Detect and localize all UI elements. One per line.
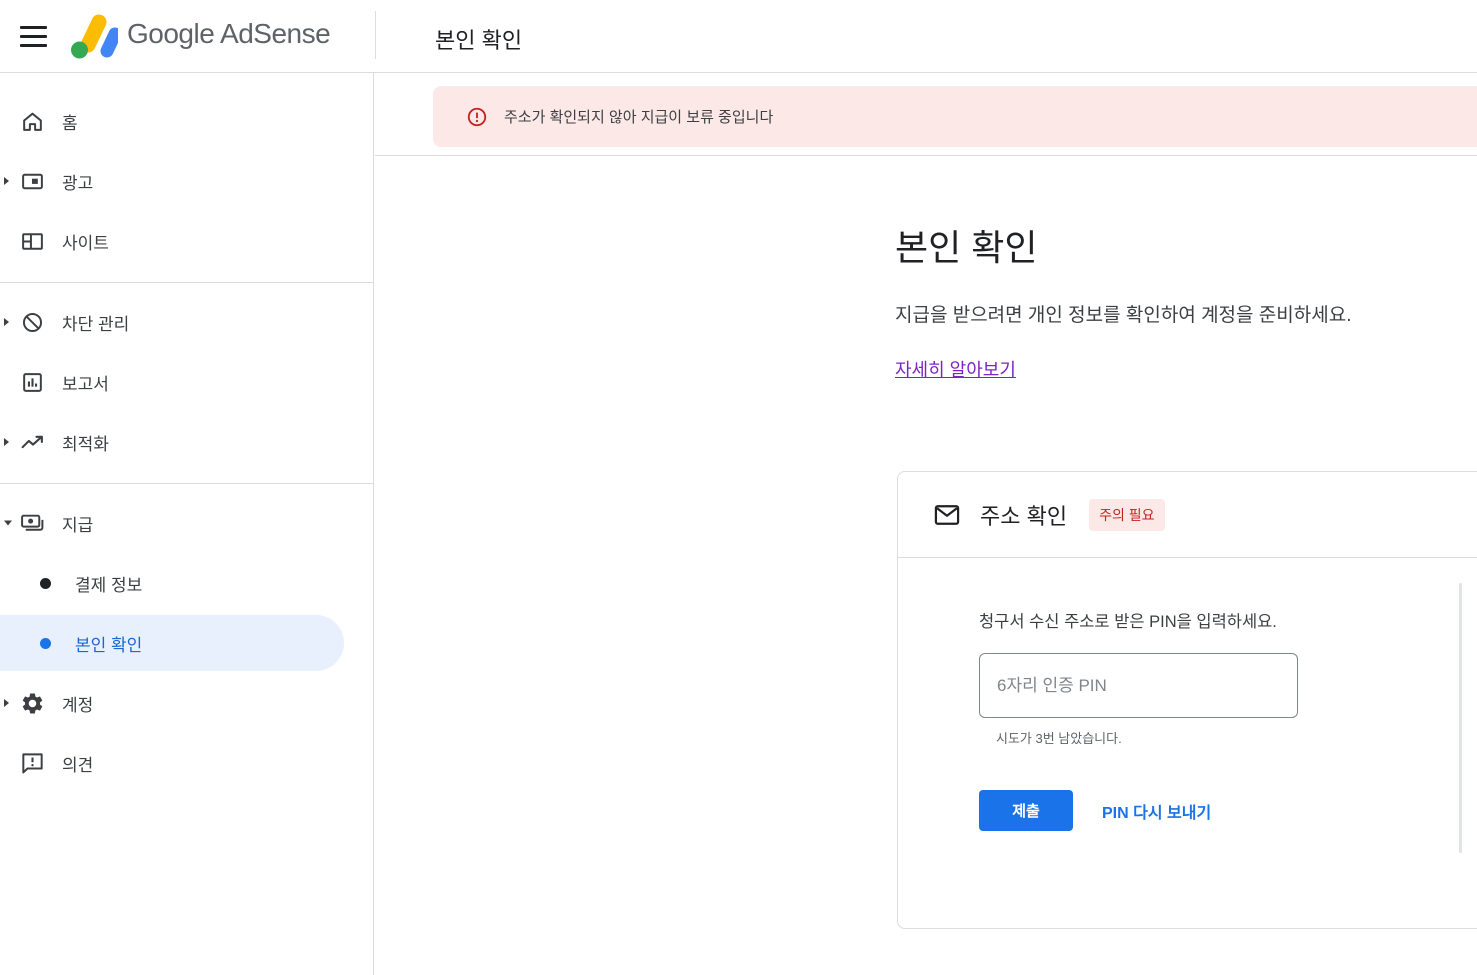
sidebar-item-sites[interactable]: 사이트	[0, 211, 373, 271]
resend-pin-link[interactable]: PIN 다시 보내기	[1102, 799, 1211, 823]
card-header: 주소 확인 주의 필요	[898, 472, 1477, 558]
card-title: 주소 확인	[980, 503, 1068, 529]
sidebar-item-account[interactable]: 계정	[0, 673, 373, 733]
main-content: 주소가 확인되지 않아 지급이 보류 중입니다 본인 확인 지급을 받으려면 개…	[375, 73, 1477, 975]
payments-icon	[19, 510, 46, 537]
sidebar-divider	[0, 282, 373, 283]
chevron-right-icon[interactable]	[4, 438, 9, 446]
sidebar-item-optimization[interactable]: 최적화	[0, 412, 373, 472]
trending-up-icon	[19, 429, 46, 456]
sidebar-item-blocking-controls[interactable]: 차단 관리	[0, 292, 373, 352]
topbar-divider	[375, 11, 376, 59]
sidebar-item-ads[interactable]: 광고	[0, 151, 373, 211]
page-intro: 본인 확인 지급을 받으려면 개인 정보를 확인하여 계정을 준비하세요. 자세…	[895, 225, 1400, 382]
sidebar-item-payments[interactable]: 지급	[0, 493, 373, 553]
sidebar-item-reports[interactable]: 보고서	[0, 352, 373, 412]
error-icon	[467, 107, 487, 126]
payment-hold-alert: 주소가 확인되지 않아 지급이 보류 중입니다	[433, 86, 1477, 147]
sites-icon	[19, 228, 46, 255]
sidebar-item-label: 결제 정보	[75, 575, 143, 595]
sidebar-item-label: 홈	[62, 113, 78, 133]
pin-input[interactable]	[979, 653, 1298, 718]
sidebar: 홈 광고 사이트 차단 관리 보고서 최적화 지급 결제 정보 본인 확인 계정…	[0, 73, 374, 975]
sidebar-item-label: 본인 확인	[75, 635, 143, 655]
chevron-right-icon[interactable]	[4, 318, 9, 326]
sidebar-item-label: 광고	[62, 173, 94, 193]
chevron-right-icon[interactable]	[4, 177, 9, 185]
attention-badge: 주의 필요	[1089, 498, 1165, 531]
sidebar-item-label: 지급	[62, 515, 94, 535]
adsense-logo-icon	[71, 14, 118, 59]
pin-instruction: 청구서 수신 주소로 받은 PIN을 입력하세요.	[979, 613, 1277, 631]
bullet-icon	[40, 577, 51, 589]
sidebar-item-label: 차단 관리	[62, 314, 130, 334]
topbar-page-title: 본인 확인	[435, 28, 523, 53]
sidebar-item-label: 의견	[62, 755, 94, 775]
feedback-icon	[19, 750, 46, 777]
sidebar-item-label: 사이트	[62, 233, 109, 253]
sidebar-item-identity-verification[interactable]: 본인 확인	[0, 613, 373, 673]
sidebar-item-feedback[interactable]: 의견	[0, 733, 373, 793]
attempts-remaining-note: 시도가 3번 남았습니다.	[996, 731, 1122, 746]
top-bar: Google AdSense 본인 확인	[0, 0, 1477, 73]
address-verification-card: 주소 확인 주의 필요 청구서 수신 주소로 받은 PIN을 입력하세요. 시도…	[897, 471, 1477, 929]
learn-more-link[interactable]: 자세히 알아보기	[895, 356, 1016, 382]
mail-icon	[934, 504, 960, 525]
card-body: 청구서 수신 주소로 받은 PIN을 입력하세요. 시도가 3번 남았습니다. …	[898, 558, 1477, 831]
bullet-icon	[40, 637, 51, 649]
card-actions: 제출 PIN 다시 보내기	[979, 790, 1477, 831]
ads-icon	[19, 168, 46, 195]
sidebar-item-label: 계정	[62, 695, 94, 715]
sidebar-divider	[0, 483, 373, 484]
alert-text: 주소가 확인되지 않아 지급이 보류 중입니다	[504, 109, 774, 126]
sidebar-item-payment-info[interactable]: 결제 정보	[0, 553, 373, 613]
chevron-down-icon[interactable]	[4, 520, 12, 526]
sidebar-item-label: 최적화	[62, 434, 109, 454]
menu-icon[interactable]	[20, 26, 47, 47]
content-divider	[375, 155, 1477, 156]
sidebar-item-label: 보고서	[62, 374, 109, 394]
gear-icon	[19, 690, 46, 717]
card-scrollbar[interactable]	[1459, 583, 1462, 853]
sidebar-item-home[interactable]: 홈	[0, 91, 373, 151]
selected-item-highlight	[0, 615, 344, 671]
block-icon	[19, 309, 46, 336]
home-icon	[19, 108, 46, 135]
brand-wordmark: Google AdSense	[127, 18, 331, 49]
chevron-right-icon[interactable]	[4, 699, 9, 707]
page-title: 본인 확인	[895, 227, 1038, 268]
reports-icon	[19, 369, 46, 396]
submit-button[interactable]: 제출	[979, 790, 1073, 831]
page-description: 지급을 받으려면 개인 정보를 확인하여 계정을 준비하세요.	[895, 304, 1352, 326]
